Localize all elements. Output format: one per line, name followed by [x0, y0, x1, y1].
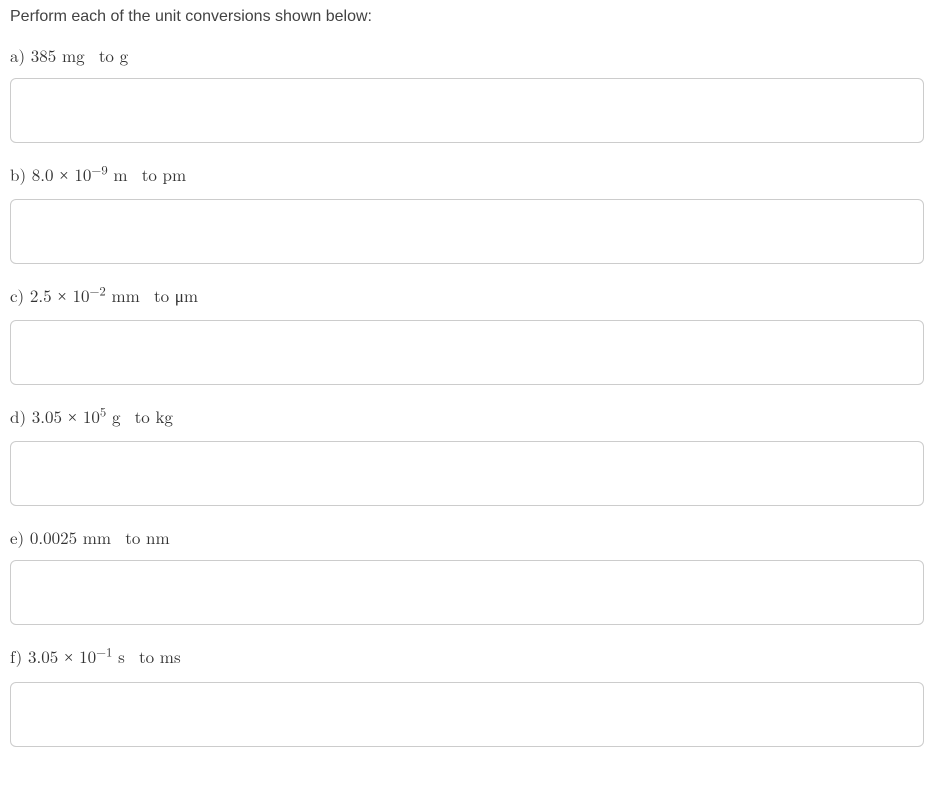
- answer-input-b[interactable]: [10, 199, 924, 264]
- unit-from: mm: [111, 283, 139, 307]
- answer-input-d[interactable]: [10, 441, 924, 506]
- unit-to: pm: [163, 162, 187, 186]
- unit-to: kg: [155, 404, 172, 428]
- unit-to: ms: [160, 644, 181, 668]
- base: 10: [73, 283, 90, 307]
- letter: c): [10, 283, 24, 307]
- coeff: 8.0: [32, 162, 54, 186]
- to-word: to: [154, 283, 169, 307]
- unit-to: g: [120, 43, 129, 67]
- letter: a): [10, 43, 25, 67]
- question-block-c: c) 2.5 × 10−2 mm to μm: [10, 284, 924, 385]
- coeff: 3.05: [28, 644, 58, 668]
- unit-from: s: [118, 644, 125, 668]
- exponent: −1: [96, 643, 112, 661]
- letter: d): [10, 404, 26, 428]
- letter: b): [10, 162, 26, 186]
- times-symbol: ×: [64, 648, 74, 667]
- letter: e): [10, 525, 24, 549]
- question-label-c: c) 2.5 × 10−2 mm to μm: [10, 284, 924, 308]
- coeff: 3.05: [32, 404, 62, 428]
- letter: f): [10, 644, 22, 668]
- question-block-b: b) 8.0 × 10−9 m to pm: [10, 163, 924, 264]
- answer-input-f[interactable]: [10, 682, 924, 747]
- unit-to: μm: [175, 283, 198, 307]
- answer-input-c[interactable]: [10, 320, 924, 385]
- to-word: to: [99, 43, 114, 67]
- instruction-text: Perform each of the unit conversions sho…: [10, 8, 924, 26]
- exponent: −9: [91, 160, 107, 178]
- times-symbol: ×: [57, 287, 67, 306]
- exponent: 5: [100, 403, 106, 421]
- question-block-e: e) 0.0025 mm to nm: [10, 526, 924, 625]
- answer-input-e[interactable]: [10, 560, 924, 625]
- answer-input-a[interactable]: [10, 78, 924, 143]
- unit-from: g: [112, 404, 121, 428]
- times-symbol: ×: [59, 166, 69, 185]
- question-block-f: f) 3.05 × 10−1 s to ms: [10, 645, 924, 746]
- unit-from: m: [113, 162, 127, 186]
- question-label-d: d) 3.05 × 105 g to kg: [10, 405, 924, 429]
- coeff: 385: [31, 43, 57, 67]
- coeff: 0.0025: [30, 525, 77, 549]
- question-block-a: a) 385 mg to g: [10, 44, 924, 143]
- to-word: to: [139, 644, 154, 668]
- unit-from: mm: [83, 525, 111, 549]
- base: 10: [79, 644, 96, 668]
- question-label-e: e) 0.0025 mm to nm: [10, 526, 924, 548]
- times-symbol: ×: [68, 408, 78, 427]
- to-word: to: [142, 162, 157, 186]
- base: 10: [83, 404, 100, 428]
- question-label-b: b) 8.0 × 10−9 m to pm: [10, 163, 924, 187]
- unit-to: nm: [146, 525, 170, 549]
- question-block-d: d) 3.05 × 105 g to kg: [10, 405, 924, 506]
- question-label-f: f) 3.05 × 10−1 s to ms: [10, 645, 924, 669]
- coeff: 2.5: [30, 283, 52, 307]
- to-word: to: [135, 404, 150, 428]
- base: 10: [74, 162, 91, 186]
- to-word: to: [125, 525, 140, 549]
- exponent: −2: [90, 282, 106, 300]
- unit-from: mg: [62, 43, 85, 67]
- question-label-a: a) 385 mg to g: [10, 44, 924, 66]
